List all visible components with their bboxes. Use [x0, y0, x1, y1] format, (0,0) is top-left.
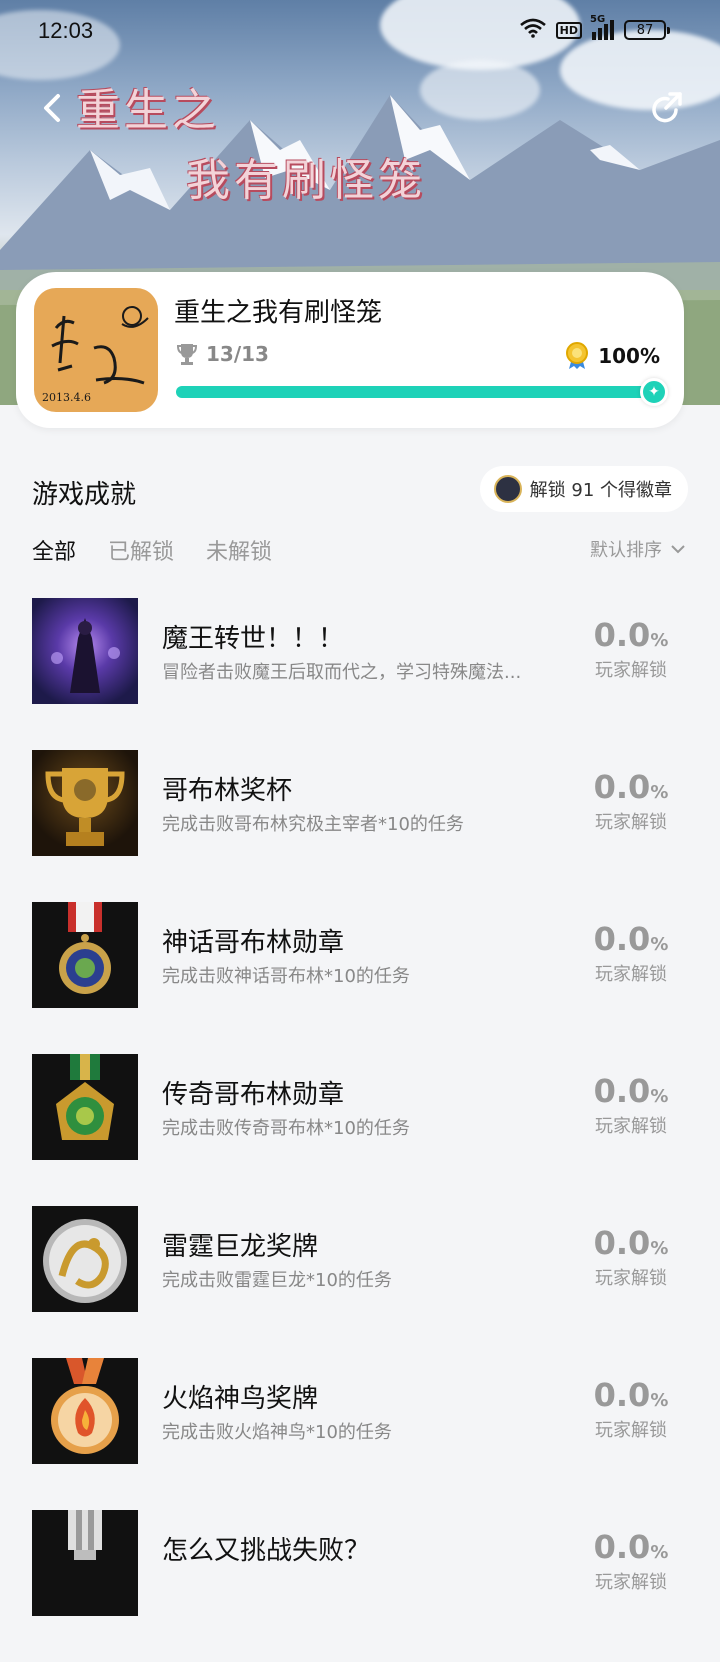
- game-icon-date: 2013.4.6: [42, 391, 91, 404]
- tab-locked[interactable]: 未解锁: [206, 534, 272, 566]
- chevron-down-icon: [671, 545, 685, 554]
- trophy-count: 13/13: [176, 342, 269, 366]
- achievement-desc: 完成击败火焰神鸟*10的任务: [162, 1422, 392, 1443]
- list-item[interactable]: 雷霆巨龙奖牌 完成击败雷霆巨龙*10的任务 0.0% 玩家解锁: [0, 1206, 720, 1358]
- unlock-rate-label: 玩家解锁: [595, 660, 667, 681]
- achievement-name: 火焰神鸟奖牌: [162, 1384, 319, 1414]
- battery-icon: 87: [624, 20, 670, 40]
- unlock-rate-label: 玩家解锁: [595, 1116, 667, 1137]
- achievement-name: 传奇哥布林勋章: [162, 1080, 345, 1110]
- badge-avatar-icon: [493, 475, 522, 503]
- unlock-rate-value: 0.0: [593, 768, 651, 806]
- status-bar: 12:03 HD 5G 87: [0, 0, 720, 64]
- badge-unlock-button[interactable]: 解锁 91 个得徽章: [479, 466, 688, 512]
- list-item[interactable]: 魔王转世！！！ 冒险者击败魔王后取而代之，学习特殊魔法... 0.0% 玩家解锁: [0, 598, 720, 750]
- list-item[interactable]: 哥布林奖杯 完成击败哥布林究极主宰者*10的任务 0.0% 玩家解锁: [0, 750, 720, 902]
- status-icons: HD 5G 87: [519, 14, 670, 42]
- network-type: 5G: [590, 14, 606, 25]
- achievement-desc: 完成击败哥布林究极主宰者*10的任务: [162, 814, 464, 835]
- unlock-rate-label: 玩家解锁: [595, 1268, 667, 1289]
- unlock-rate: 0.0% 玩家解锁: [586, 1376, 676, 1442]
- unlock-rate: 0.0% 玩家解锁: [586, 1224, 676, 1290]
- progress-star-icon: ✦: [640, 378, 668, 406]
- medal-badge-icon: [566, 342, 589, 369]
- unlock-rate-unit: %: [650, 934, 669, 955]
- achievement-name: 神话哥布林勋章: [162, 928, 345, 958]
- filter-tabs: 全部 已解锁 未解锁: [32, 534, 272, 566]
- list-item[interactable]: 传奇哥布林勋章 完成击败传奇哥布林*10的任务 0.0% 玩家解锁: [0, 1054, 720, 1206]
- section-title: 游戏成就: [32, 480, 137, 510]
- hd-icon: HD: [555, 21, 582, 39]
- unlock-rate: 0.0% 玩家解锁: [586, 920, 676, 986]
- badge-unlock-text: 解锁 91 个得徽章: [529, 480, 672, 501]
- unlock-rate-value: 0.0: [593, 616, 651, 654]
- share-button[interactable]: [646, 90, 686, 130]
- achievement-desc: 完成击败雷霆巨龙*10的任务: [162, 1270, 392, 1291]
- progress-bar-fill: [176, 386, 656, 398]
- mythic-goblin-medal-icon: [32, 902, 138, 1008]
- legend-goblin-medal-icon: [32, 1054, 138, 1160]
- wifi-icon: [519, 18, 546, 42]
- unlock-rate: 0.0% 玩家解锁: [586, 616, 676, 682]
- sort-dropdown[interactable]: 默认排序: [590, 536, 686, 562]
- unlock-rate-unit: %: [650, 1238, 669, 1259]
- unlock-rate-label: 玩家解锁: [595, 1572, 667, 1593]
- unlock-rate: 0.0% 玩家解锁: [586, 1072, 676, 1138]
- game-title: 重生之我有刷怪笼: [174, 298, 383, 328]
- thunder-dragon-medal-icon: [32, 1206, 138, 1312]
- sort-label: 默认排序: [590, 540, 662, 561]
- unlock-rate-value: 0.0: [593, 1072, 651, 1110]
- back-button[interactable]: [36, 90, 72, 126]
- list-item[interactable]: 神话哥布林勋章 完成击败神话哥布林*10的任务 0.0% 玩家解锁: [0, 902, 720, 1054]
- achievement-desc: 完成击败神话哥布林*10的任务: [162, 966, 410, 987]
- achievement-name: 魔王转世！！！: [162, 624, 345, 654]
- unlock-rate-value: 0.0: [593, 1224, 651, 1262]
- list-item[interactable]: 怎么又挑战失败？ 0.0% 玩家解锁: [0, 1510, 720, 1662]
- unlock-rate-unit: %: [650, 782, 669, 803]
- achievement-name: 哥布林奖杯: [162, 776, 293, 806]
- unlock-rate-value: 0.0: [593, 920, 651, 958]
- goblin-trophy-icon: [32, 750, 138, 856]
- unlock-rate: 0.0% 玩家解锁: [586, 1528, 676, 1594]
- list-item[interactable]: 火焰神鸟奖牌 完成击败火焰神鸟*10的任务 0.0% 玩家解锁: [0, 1358, 720, 1510]
- chevron-left-icon: [44, 94, 60, 122]
- achievement-desc: 冒险者击败魔王后取而代之，学习特殊魔法...: [162, 662, 522, 683]
- status-time: 12:03: [38, 18, 94, 43]
- demon-king-icon: [32, 598, 138, 704]
- unlock-rate-value: 0.0: [593, 1528, 651, 1566]
- hero-title-line2: 我有刷怪笼: [186, 155, 426, 206]
- progress-bar: ✦: [176, 378, 668, 406]
- unlock-rate-unit: %: [650, 630, 669, 651]
- unlock-rate-label: 玩家解锁: [595, 812, 667, 833]
- silver-medal-icon: [32, 1510, 138, 1616]
- unlock-rate-unit: %: [650, 1390, 669, 1411]
- game-icon: 2013.4.6: [34, 288, 158, 412]
- unlock-rate-unit: %: [650, 1086, 669, 1107]
- unlock-rate-label: 玩家解锁: [595, 964, 667, 985]
- trophy-icon: [176, 344, 198, 365]
- achievement-desc: 完成击败传奇哥布林*10的任务: [162, 1118, 410, 1139]
- fire-bird-medal-icon: [32, 1358, 138, 1464]
- completion-percent-text: 100%: [598, 344, 660, 368]
- tab-all[interactable]: 全部: [32, 534, 76, 566]
- trophy-count-text: 13/13: [206, 342, 269, 366]
- game-summary-card[interactable]: 2013.4.6 重生之我有刷怪笼 13/13 100% ✦: [16, 272, 684, 428]
- achievement-name: 怎么又挑战失败？: [162, 1536, 371, 1566]
- share-icon: [652, 92, 682, 123]
- signal-icon: 5G: [590, 14, 614, 40]
- unlock-rate: 0.0% 玩家解锁: [586, 768, 676, 834]
- achievement-list: 魔王转世！！！ 冒险者击败魔王后取而代之，学习特殊魔法... 0.0% 玩家解锁…: [0, 598, 720, 1662]
- unlock-rate-label: 玩家解锁: [595, 1420, 667, 1441]
- unlock-rate-value: 0.0: [593, 1376, 651, 1414]
- tab-unlocked[interactable]: 已解锁: [108, 534, 174, 566]
- achievement-name: 雷霆巨龙奖牌: [162, 1232, 319, 1262]
- unlock-rate-unit: %: [650, 1542, 669, 1563]
- completion-percent: 100%: [564, 342, 660, 370]
- hero-title-line1: 重生之: [76, 85, 220, 136]
